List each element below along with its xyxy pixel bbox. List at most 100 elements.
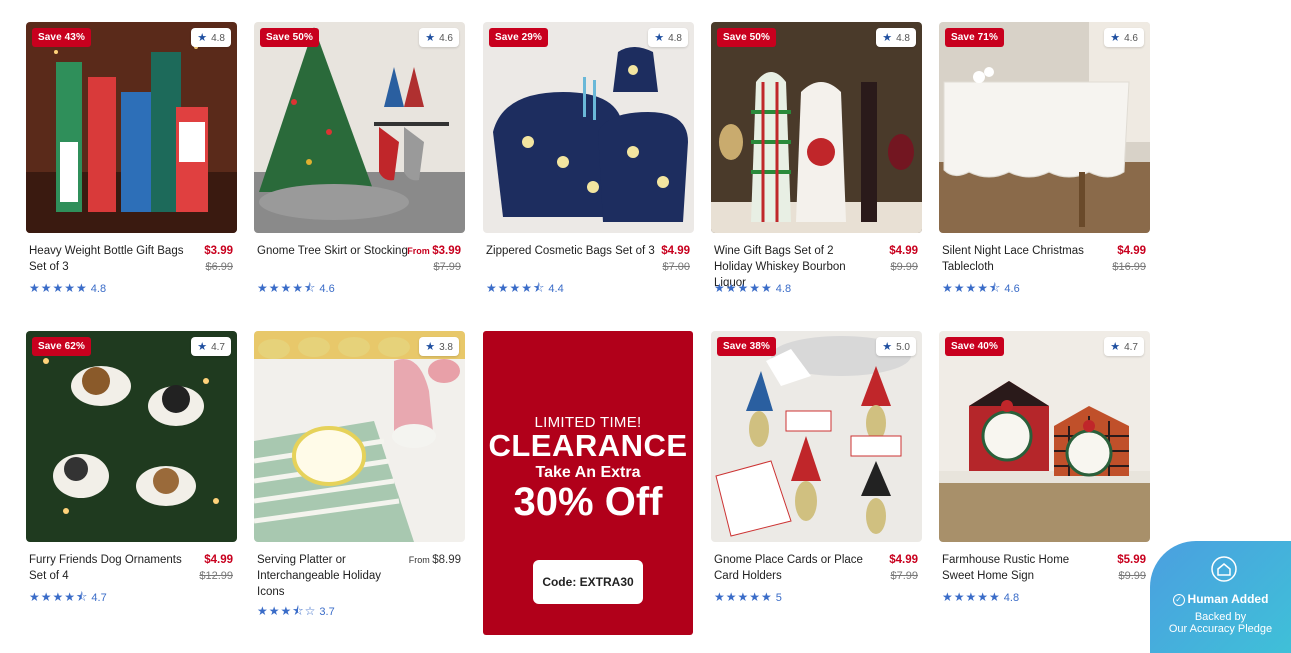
- price-value: $3.99: [204, 245, 233, 257]
- rating-badge: ★ 4.8: [191, 28, 231, 47]
- rating-badge: ★ 3.8: [419, 337, 459, 356]
- rating-badge-value: 4.6: [439, 33, 453, 44]
- rating-stars: ★★★★★: [942, 590, 1001, 604]
- rating-stars: ★★★⯪☆: [257, 604, 317, 618]
- rating-value: 4.7: [91, 592, 107, 604]
- product-name[interactable]: Gnome Tree Skirt or Stocking: [257, 243, 417, 259]
- rating-badge: ★ 4.8: [648, 28, 688, 47]
- product-name[interactable]: Zippered Cosmetic Bags Set of 3: [486, 243, 656, 259]
- star-rating: ★★★★⯪ 4.6: [942, 281, 1020, 296]
- product-image[interactable]: [483, 22, 694, 233]
- sale-price: $4.99: [1117, 243, 1146, 259]
- save-badge: Save 50%: [260, 28, 319, 47]
- product-image[interactable]: [254, 22, 465, 233]
- sale-price: $4.99: [889, 552, 918, 568]
- product-name[interactable]: Farmhouse Rustic Home Sweet Home Sign: [942, 552, 1102, 584]
- rating-badge: ★ 4.8: [876, 28, 916, 47]
- star-rating: ★★★★⯪ 4.7: [29, 590, 107, 605]
- sale-price: $4.99: [661, 243, 690, 259]
- sale-price: $3.99: [204, 243, 233, 259]
- promo-code-button[interactable]: Code: EXTRA30: [533, 560, 643, 604]
- save-badge: Save 62%: [32, 337, 91, 356]
- save-badge: Save 43%: [32, 28, 91, 47]
- rating-stars: ★★★★★: [29, 281, 88, 295]
- original-price: $7.00: [662, 261, 690, 273]
- pledge-title: ✓ Human Added: [1150, 592, 1291, 606]
- rating-badge: ★ 4.6: [419, 28, 459, 47]
- rating-badge-value: 5.0: [896, 342, 910, 353]
- price-value: $4.99: [889, 554, 918, 566]
- star-rating: ★★★★★ 4.8: [714, 281, 791, 296]
- rating-stars: ★★★★⯪: [29, 590, 89, 604]
- rating-stars: ★★★★⯪: [942, 281, 1002, 295]
- rating-badge: ★ 4.7: [1104, 337, 1144, 356]
- original-price: $7.99: [433, 261, 461, 273]
- original-price: $16.99: [1112, 261, 1146, 273]
- price-value: $4.99: [204, 554, 233, 566]
- product-name[interactable]: Furry Friends Dog Ornaments Set of 4: [29, 552, 189, 584]
- rating-value: 4.8: [775, 283, 792, 295]
- pledge-line2: Our Accuracy Pledge: [1168, 623, 1273, 635]
- product-name[interactable]: Heavy Weight Bottle Gift Bags Set of 3: [29, 243, 189, 275]
- rating-value: 4.6: [1004, 283, 1020, 295]
- pledge-subtitle: Backed by Our Accuracy Pledge: [1150, 611, 1291, 635]
- price-value: $4.99: [889, 245, 918, 257]
- original-price: $6.99: [205, 261, 233, 273]
- original-price: $7.99: [890, 570, 918, 582]
- star-icon: ★: [197, 341, 208, 353]
- product-name[interactable]: Silent Night Lace Christmas Tablecloth: [942, 243, 1102, 275]
- pledge-line1: Backed by: [1194, 611, 1247, 623]
- product-image[interactable]: [711, 331, 922, 542]
- pledge-title-text: Human Added: [1187, 592, 1269, 606]
- star-icon: ★: [1110, 32, 1121, 44]
- price-prefix: From: [407, 246, 433, 256]
- star-icon: ★: [425, 341, 436, 353]
- rating-value: 5: [775, 592, 782, 604]
- rating-badge-value: 4.7: [211, 342, 225, 353]
- save-badge: Save 29%: [489, 28, 548, 47]
- product-image[interactable]: [939, 331, 1150, 542]
- rating-stars: ★★★★⯪: [257, 281, 317, 295]
- product-image[interactable]: [26, 22, 237, 233]
- price-value: $4.99: [1117, 245, 1146, 257]
- star-rating: ★★★★⯪ 4.6: [257, 281, 335, 296]
- save-badge: Save 50%: [717, 28, 776, 47]
- star-icon: ★: [197, 32, 208, 44]
- star-icon: ★: [425, 32, 436, 44]
- sale-price: From $3.99: [407, 243, 461, 259]
- star-rating: ★★★★★ 4.8: [29, 281, 106, 296]
- sale-price: $4.99: [204, 552, 233, 568]
- product-image[interactable]: [939, 22, 1150, 233]
- product-image[interactable]: [711, 22, 922, 233]
- rating-stars: ★★★★★: [714, 590, 773, 604]
- rating-badge: ★ 5.0: [876, 337, 916, 356]
- rating-value: 4.6: [319, 283, 335, 295]
- product-image[interactable]: [254, 331, 465, 542]
- accuracy-pledge-widget[interactable]: ✓ Human Added Backed by Our Accuracy Pledg…: [1150, 541, 1291, 653]
- rating-stars: ★★★★⯪: [486, 281, 546, 295]
- star-rating: ★★★★⯪ 4.4: [486, 281, 564, 296]
- promo-headline: CLEARANCE: [488, 428, 688, 463]
- star-icon: ★: [882, 32, 893, 44]
- star-rating: ★★★⯪☆ 3.7: [257, 604, 335, 619]
- clearance-promo[interactable]: LIMITED TIME! CLEARANCE Take An Extra 30…: [483, 331, 693, 635]
- rating-stars: ★★★★★: [714, 281, 773, 295]
- star-rating: ★★★★★ 5: [714, 590, 782, 605]
- product-name[interactable]: Serving Platter or Interchangeable Holid…: [257, 552, 397, 600]
- sale-price: $5.99: [1117, 552, 1146, 568]
- home-icon: [1211, 556, 1237, 582]
- promo-discount: 30% Off: [513, 480, 663, 524]
- product-name[interactable]: Gnome Place Cards or Place Card Holders: [714, 552, 874, 584]
- rating-badge-value: 4.8: [668, 33, 682, 44]
- star-icon: ★: [882, 341, 893, 353]
- original-price: $12.99: [199, 570, 233, 582]
- save-badge: Save 38%: [717, 337, 776, 356]
- rating-badge: ★ 4.7: [191, 337, 231, 356]
- original-price: $9.99: [1118, 570, 1146, 582]
- save-badge: Save 40%: [945, 337, 1004, 356]
- product-image[interactable]: [26, 331, 237, 542]
- price-value: $4.99: [661, 245, 690, 257]
- rating-value: 3.7: [319, 606, 335, 618]
- original-price: $9.99: [890, 261, 918, 273]
- star-icon: ★: [654, 32, 665, 44]
